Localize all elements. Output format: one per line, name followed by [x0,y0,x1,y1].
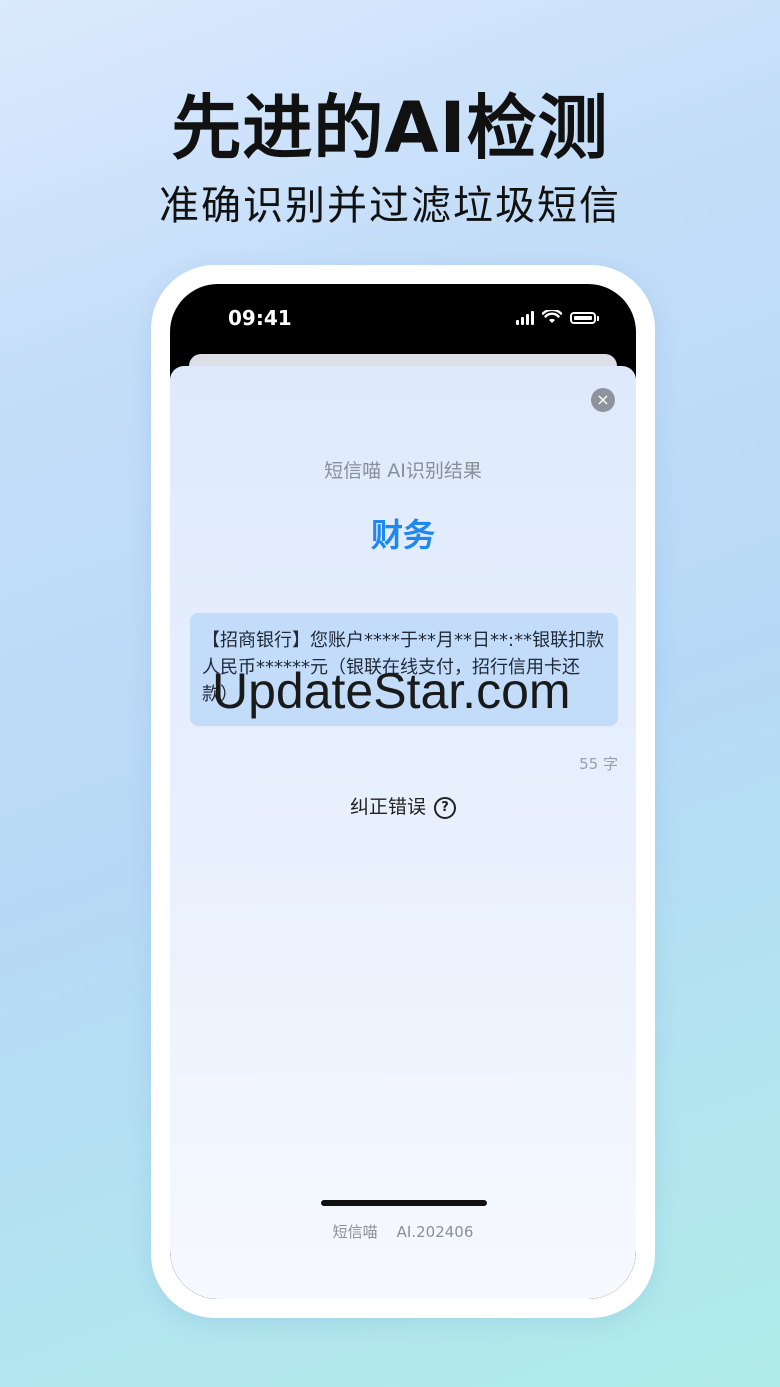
headline: 先进的AI检测 [171,87,609,169]
correct-error-button[interactable]: 纠正错误? [170,792,636,819]
close-button[interactable]: × [591,388,615,412]
message-box: 【招商银行】您账户****于**月**日**:**银联扣款人民币******元（… [190,613,618,726]
footer-version: 短信喵 AI.202406 [332,1223,474,1241]
subheadline: 准确识别并过滤垃圾短信 [159,183,621,229]
status-time: 09:41 [228,306,292,330]
correct-error-label: 纠正错误 [349,796,426,818]
result-sheet: × 短信喵 AI识别结果 财务 【招商银行】您账户****于**月**日**:*… [170,366,636,1299]
sheet-title: 短信喵 AI识别结果 [324,460,482,482]
battery-icon [570,311,599,324]
help-icon[interactable]: ? [434,796,456,819]
status-icons [516,310,599,325]
category-label: 财务 [370,516,435,554]
wifi-icon [542,310,562,323]
home-indicator[interactable] [321,1200,487,1206]
phone-screen: 09:41 × 短信喵 AI识别结果 财务 【招商银行】您账户****于**月*… [170,284,636,1299]
signal-icon [516,310,534,325]
status-bar: 09:41 [170,284,636,354]
phone-frame: 09:41 × 短信喵 AI识别结果 财务 【招商银行】您账户****于**月*… [151,265,655,1318]
char-count: 55 字 [579,755,618,773]
watermark-text: UpdateStar.com [212,663,571,719]
